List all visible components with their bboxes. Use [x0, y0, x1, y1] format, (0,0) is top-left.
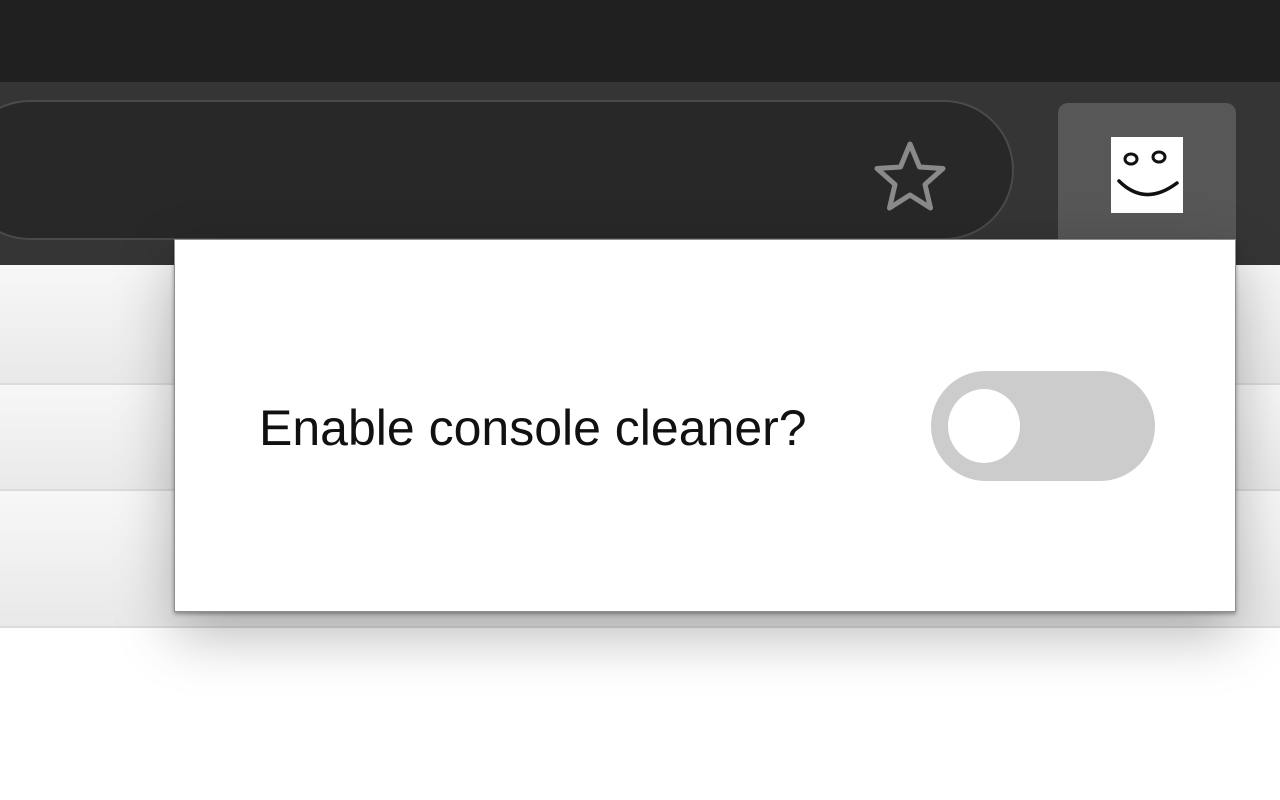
extension-button[interactable]	[1058, 103, 1236, 251]
enable-console-cleaner-label: Enable console cleaner?	[259, 400, 807, 456]
toggle-knob	[948, 389, 1020, 463]
address-bar[interactable]	[0, 100, 1014, 240]
smiley-face-icon	[1111, 137, 1183, 213]
bookmark-star-button[interactable]	[866, 134, 954, 222]
console-cleaner-toggle[interactable]	[931, 371, 1155, 481]
star-outline-icon	[874, 141, 946, 211]
browser-titlebar	[0, 0, 1280, 82]
extension-popup: Enable console cleaner?	[174, 239, 1236, 612]
